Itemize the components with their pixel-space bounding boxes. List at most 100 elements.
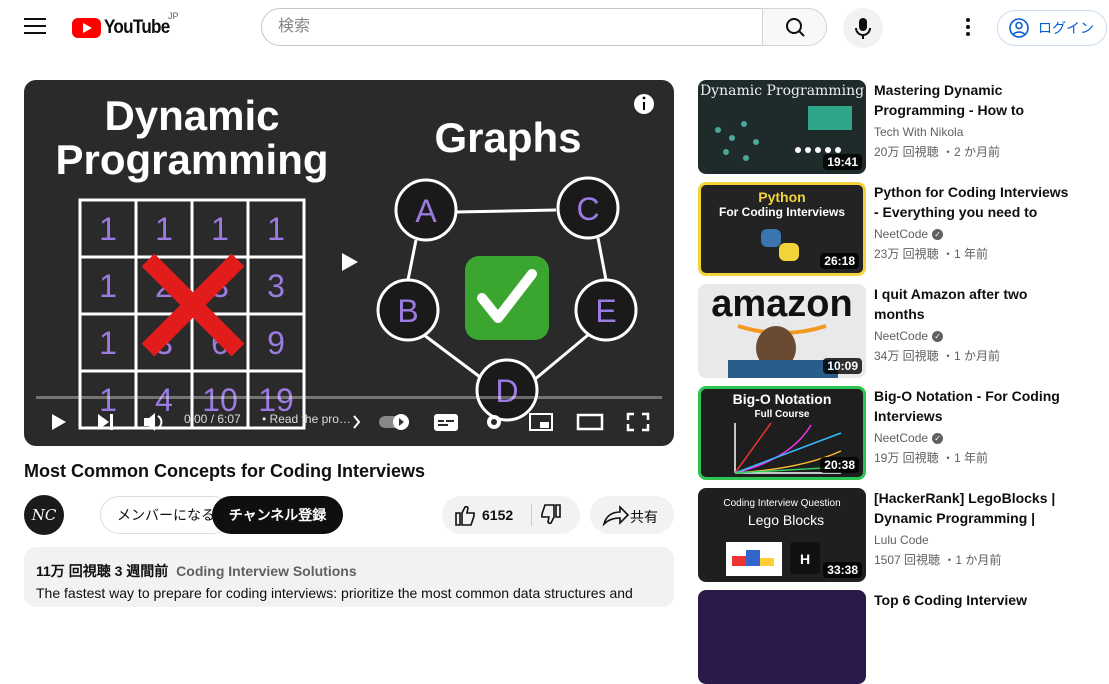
duration-badge: 26:18 bbox=[820, 253, 859, 269]
recommendation-channel[interactable]: Tech With Nikola bbox=[874, 125, 963, 139]
graph-node-label: D bbox=[495, 373, 518, 409]
miniplayer-icon bbox=[529, 413, 553, 431]
thumb-title-dp-2: Programming bbox=[55, 136, 328, 183]
microphone-icon bbox=[855, 18, 871, 39]
account-icon bbox=[1009, 18, 1029, 38]
python-logo-icon bbox=[761, 229, 799, 261]
channel-name: NeetCode bbox=[874, 431, 929, 445]
recommendation-meta: 34万 回視聴 ・1 か月前 bbox=[874, 349, 1001, 363]
recommendation-title[interactable]: [HackerRank] LegoBlocks | Dynamic Progra… bbox=[874, 488, 1074, 528]
recommendation-channel[interactable]: NeetCode ✓ bbox=[874, 329, 944, 343]
thumb-text-2: Lego Blocks bbox=[748, 512, 824, 528]
share-label: 共有 bbox=[630, 509, 658, 525]
recommendation-channel[interactable]: Lulu Code bbox=[874, 533, 929, 547]
grid-cell-value: 1 bbox=[211, 211, 229, 247]
recommendation-meta: 19万 回視聴 ・1 年前 bbox=[874, 451, 989, 465]
voice-search-button[interactable] bbox=[843, 8, 883, 48]
description-text: The fastest way to prepare for coding in… bbox=[36, 585, 633, 601]
grid-cell-value: 1 bbox=[99, 211, 117, 247]
recommendation-item[interactable]: Top 6 Coding Interview bbox=[698, 590, 1109, 684]
recommendation-item[interactable]: Big-O Notation Full Course 20:38 Big-O N… bbox=[698, 386, 1109, 480]
channel-name: Lulu Code bbox=[874, 533, 929, 547]
grid-cell-value: 4 bbox=[155, 382, 173, 418]
recommendation-channel[interactable]: NeetCode ✓ bbox=[874, 431, 944, 445]
duration-badge: 33:38 bbox=[823, 562, 862, 578]
fullscreen-icon bbox=[626, 412, 650, 432]
recommendation-meta: 1507 回視聴 ・1 か月前 bbox=[874, 553, 1002, 567]
chapter-arrow-icon bbox=[353, 415, 361, 429]
video-tag[interactable]: Coding Interview Solutions bbox=[176, 563, 356, 579]
recommendation-meta: 20万 回視聴 ・2 か月前 bbox=[874, 145, 1001, 159]
login-button[interactable]: ログイン bbox=[997, 10, 1107, 46]
recommendation-title[interactable]: Big-O Notation - For Coding Interviews bbox=[874, 386, 1074, 426]
grid-cell-value: 1 bbox=[155, 211, 173, 247]
progress-bar bbox=[36, 396, 662, 399]
check-mark-icon bbox=[465, 256, 549, 340]
search-button[interactable] bbox=[762, 8, 827, 46]
grid-cell-value: 1 bbox=[267, 211, 285, 247]
verified-icon: ✓ bbox=[932, 228, 944, 240]
recommendation-item[interactable]: Python For Coding Interviews 26:18 Pytho… bbox=[698, 182, 1109, 276]
channel-avatar[interactable]: NC bbox=[24, 495, 64, 535]
thumb-title-dp-1: Dynamic bbox=[104, 92, 279, 139]
recommendation-item[interactable]: Dynamic Programming 19:41 Mastering Dyna… bbox=[698, 80, 1109, 174]
graph-node-label: C bbox=[576, 191, 599, 227]
thumb-text: Dynamic Programming bbox=[700, 83, 864, 99]
thumb-text-2: For Coding Interviews bbox=[719, 205, 845, 219]
dislike-icon[interactable] bbox=[536, 496, 576, 534]
share-icon bbox=[602, 505, 630, 527]
thumb-text-1: Coding Interview Question bbox=[723, 498, 840, 509]
channel-name: Tech With Nikola bbox=[874, 125, 964, 139]
youtube-logo[interactable]: YouTube JP bbox=[72, 11, 179, 40]
thumb-text-1: Python bbox=[758, 189, 805, 205]
recommendation-thumbnail[interactable]: Dynamic Programming 19:41 bbox=[698, 80, 866, 174]
thumb-text-1: Big-O Notation bbox=[733, 391, 832, 407]
graph-node-label: A bbox=[415, 193, 437, 229]
thumb-text-2: Full Course bbox=[754, 409, 809, 420]
grid-cell-value: 1 bbox=[99, 268, 117, 304]
duration-badge: 10:09 bbox=[823, 358, 862, 374]
graph-node-label: B bbox=[397, 293, 418, 329]
recommendation-item[interactable]: amazon 10:09 I quit Amazon after two mon… bbox=[698, 284, 1109, 378]
recommendation-thumbnail[interactable]: Big-O Notation Full Course 20:38 bbox=[698, 386, 866, 480]
youtube-play-icon bbox=[72, 18, 101, 38]
recommendation-title[interactable]: Mastering Dynamic Programming - How to s… bbox=[874, 80, 1074, 120]
video-meta: 11万 回視聴 3 週間前 Coding Interview Solutions bbox=[36, 561, 662, 581]
grid-cell-value: 3 bbox=[267, 268, 285, 304]
chapter-title[interactable]: • Read the pro… bbox=[262, 412, 352, 426]
recommendation-channel[interactable]: NeetCode ✓ bbox=[874, 227, 944, 241]
grid-cell-value: 1 bbox=[99, 325, 117, 361]
like-count: 6152 bbox=[482, 507, 514, 523]
menu-icon[interactable] bbox=[24, 18, 46, 36]
theater-mode-icon bbox=[576, 413, 604, 431]
verified-icon: ✓ bbox=[932, 330, 944, 342]
recommendation-title[interactable]: I quit Amazon after two months bbox=[874, 284, 1074, 324]
time-display: 0:00 / 6:07 bbox=[184, 412, 241, 426]
recommendation-thumbnail[interactable] bbox=[698, 590, 866, 684]
settings-menu-icon[interactable] bbox=[966, 18, 970, 39]
upload-age: 3 週間前 bbox=[114, 563, 169, 579]
view-count: 11万 回視聴 bbox=[36, 563, 111, 579]
search-input[interactable]: 検索 bbox=[261, 8, 763, 46]
play-icon bbox=[52, 414, 66, 430]
recommendation-thumbnail[interactable]: Python For Coding Interviews 26:18 bbox=[698, 182, 866, 276]
svg-text:H: H bbox=[800, 551, 810, 567]
duration-badge: 20:38 bbox=[820, 457, 859, 473]
recommendation-thumbnail[interactable]: amazon 10:09 bbox=[698, 284, 866, 378]
duration-badge: 19:41 bbox=[823, 154, 862, 170]
recommendation-meta: 23万 回視聴 ・1 年前 bbox=[874, 247, 989, 261]
recommendation-item[interactable]: Coding Interview Question Lego Blocks H … bbox=[698, 488, 1109, 582]
share-button[interactable]: 共有 bbox=[590, 496, 674, 534]
description-box[interactable]: 11万 回視聴 3 週間前 Coding Interview Solutions… bbox=[24, 547, 674, 607]
grid-cell-value: 1 bbox=[99, 382, 117, 418]
recommendation-title[interactable]: Python for Coding Interviews - Everythin… bbox=[874, 182, 1074, 222]
recommendation-title[interactable]: Top 6 Coding Interview bbox=[874, 590, 1074, 610]
login-label: ログイン bbox=[1038, 20, 1094, 36]
top-bar: YouTube JP 検索 ログイン bbox=[0, 0, 1109, 56]
recommendation-thumbnail[interactable]: Coding Interview Question Lego Blocks H … bbox=[698, 488, 866, 582]
grid-cell-value: 9 bbox=[267, 325, 285, 361]
video-player[interactable]: Dynamic Programming Graphs 1111123313691… bbox=[24, 80, 674, 446]
center-play-icon bbox=[342, 253, 358, 271]
video-frame: Dynamic Programming Graphs 1111123313691… bbox=[36, 92, 662, 432]
subscribe-button[interactable]: チャンネル登録 bbox=[212, 496, 343, 534]
